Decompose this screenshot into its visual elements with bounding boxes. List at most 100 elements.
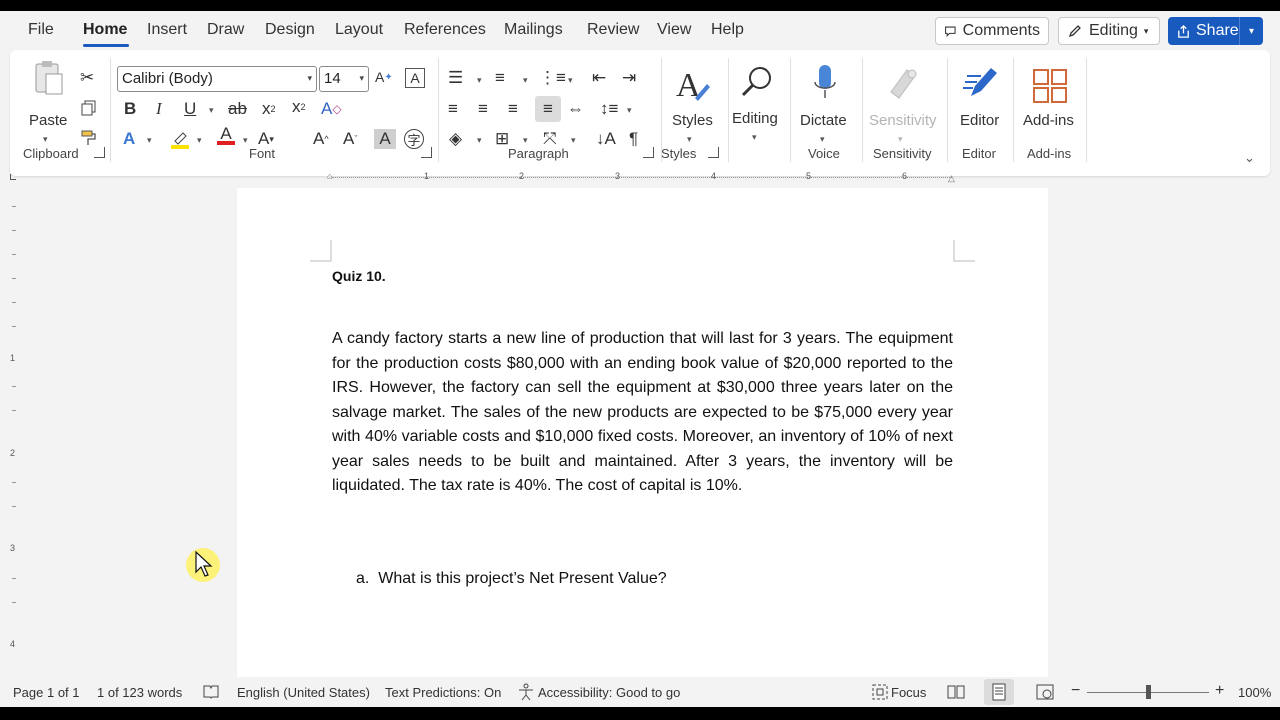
proofing-book-icon[interactable] [202, 684, 220, 700]
underline-icon[interactable]: U [184, 99, 196, 119]
editing-chevron-icon[interactable]: ▾ [752, 132, 757, 143]
clipboard-dialog-launcher-icon[interactable] [94, 147, 105, 158]
copy-icon[interactable] [80, 99, 98, 117]
accessibility-status[interactable]: Accessibility: Good to go [538, 685, 680, 700]
collapse-ribbon-chevron-icon[interactable]: ⌄ [1244, 150, 1255, 166]
multilevel-list-icon[interactable]: ⋮≡ [539, 68, 566, 88]
accessibility-icon[interactable] [517, 683, 535, 701]
focus-label[interactable]: Focus [891, 685, 926, 700]
line-spacing-chevron-icon[interactable]: ▾ [627, 105, 632, 116]
subscript-icon[interactable]: x2 [262, 99, 276, 119]
read-mode-icon[interactable] [947, 683, 965, 701]
borders-chevron-icon[interactable]: ▾ [523, 135, 528, 146]
right-indent-marker-icon[interactable]: △ [948, 173, 955, 184]
enclose-characters-icon[interactable]: 字 [404, 129, 424, 149]
document-paragraph[interactable]: A candy factory starts a new line of pro… [332, 327, 953, 499]
line-spacing-icon[interactable]: ↕≡ [600, 99, 618, 119]
tab-references[interactable]: References [404, 21, 486, 39]
tab-insert[interactable]: Insert [147, 21, 187, 39]
dictate-chevron-icon[interactable]: ▾ [820, 134, 825, 145]
show-formatting-icon[interactable]: ¶ [629, 129, 638, 149]
styles-chevron-icon[interactable]: ▾ [687, 134, 692, 145]
focus-icon[interactable] [871, 683, 889, 701]
bold-icon[interactable]: B [124, 99, 136, 119]
font-color-chevron-icon[interactable]: ▾ [243, 135, 248, 146]
search-icon[interactable] [739, 64, 775, 100]
tab-file[interactable]: File [28, 21, 54, 39]
character-shading-icon[interactable]: A [374, 129, 396, 149]
word-count[interactable]: 1 of 123 words [97, 685, 182, 700]
shading-chevron-icon[interactable]: ▾ [477, 135, 482, 146]
text-effect-icon[interactable]: A [123, 129, 135, 149]
justify-icon[interactable]: ≡ [535, 96, 561, 122]
zoom-slider-thumb[interactable] [1146, 685, 1151, 699]
tab-layout[interactable]: Layout [335, 21, 383, 39]
increase-indent-icon[interactable]: ⇥ [622, 68, 636, 88]
align-right-icon[interactable]: ≡ [508, 99, 518, 119]
tab-review[interactable]: Review [587, 21, 639, 39]
multilevel-chevron-icon[interactable]: ▾ [568, 75, 573, 86]
tab-help[interactable]: Help [711, 21, 744, 39]
numbering-icon[interactable]: ≡ [495, 68, 505, 88]
align-center-icon[interactable]: ≡ [478, 99, 488, 119]
paste-label[interactable]: Paste [29, 112, 67, 129]
add-ins-icon[interactable] [1032, 68, 1068, 104]
editing-mode-button[interactable]: Editing ▾ [1058, 17, 1160, 45]
font-color-icon[interactable]: A [217, 125, 235, 145]
zoom-out-button[interactable]: − [1071, 682, 1080, 700]
font-name-chevron-icon[interactable]: ▾ [307, 73, 312, 84]
underline-chevron-icon[interactable]: ▾ [209, 105, 214, 116]
bullets-chevron-icon[interactable]: ▾ [477, 75, 482, 86]
text-effect-chevron-icon[interactable]: ▾ [147, 135, 152, 146]
web-layout-icon[interactable] [1036, 683, 1054, 701]
highlight-chevron-icon[interactable]: ▾ [197, 135, 202, 146]
editor-icon[interactable] [961, 62, 1001, 102]
font-size-box[interactable]: 14 ▾ [319, 66, 369, 92]
decrease-indent-icon[interactable]: ⇤ [592, 68, 606, 88]
text-predictions-status[interactable]: Text Predictions: On [385, 685, 501, 700]
cut-icon[interactable]: ✂ [80, 68, 94, 88]
italic-icon[interactable]: I [156, 99, 162, 119]
document-question[interactable]: a. What is this project’s Net Present Va… [356, 570, 667, 588]
paste-chevron-icon[interactable]: ▾ [43, 134, 48, 145]
styles-dialog-launcher-icon[interactable] [708, 147, 719, 158]
comments-button[interactable]: Comments [935, 17, 1049, 45]
format-painter-icon[interactable] [80, 129, 98, 147]
share-button[interactable]: Share ▾ [1168, 17, 1263, 45]
tab-mailings[interactable]: Mailings [504, 21, 563, 39]
document-title[interactable]: Quiz 10. [332, 268, 386, 284]
clear-format-icon[interactable]: A ✦ [375, 69, 393, 85]
styles-label[interactable]: Styles [672, 112, 713, 129]
tab-design[interactable]: Design [265, 21, 315, 39]
first-line-indent-marker-icon[interactable]: ⌂ [327, 171, 332, 181]
tab-view[interactable]: View [657, 21, 691, 39]
language-status[interactable]: English (United States) [237, 685, 370, 700]
text-effects-icon[interactable]: A ◇ [321, 99, 342, 119]
distributed-icon[interactable]: ⇔ [567, 99, 584, 119]
strikethrough-icon[interactable]: ab [228, 99, 247, 119]
add-ins-label[interactable]: Add-ins [1023, 112, 1074, 129]
sort-icon[interactable]: ↓A [596, 129, 616, 149]
share-dropdown-icon[interactable]: ▾ [1240, 26, 1263, 37]
font-size-chevron-icon[interactable]: ▾ [359, 73, 364, 84]
zoom-in-button[interactable]: + [1215, 682, 1224, 700]
superscript-icon[interactable]: x2 [292, 97, 306, 117]
tab-draw[interactable]: Draw [207, 21, 244, 39]
grow-font-icon[interactable]: A ^ [313, 129, 329, 149]
print-layout-button[interactable] [984, 679, 1014, 705]
editor-label[interactable]: Editor [960, 112, 999, 129]
microphone-icon[interactable] [812, 62, 838, 102]
bullets-icon[interactable]: ☰ [448, 68, 463, 88]
shrink-font-icon[interactable]: Aˇ [343, 129, 357, 149]
numbering-chevron-icon[interactable]: ▾ [523, 75, 528, 86]
styles-icon[interactable]: A [673, 64, 713, 104]
zoom-level[interactable]: 100% [1238, 685, 1271, 700]
align-left-icon[interactable]: ≡ [448, 99, 458, 119]
change-case-icon[interactable]: A [405, 68, 425, 88]
page-count[interactable]: Page 1 of 1 [13, 685, 80, 700]
tab-home[interactable]: Home [83, 21, 127, 39]
font-name-box[interactable]: Calibri (Body) ▾ [117, 66, 317, 92]
paste-icon[interactable] [32, 58, 66, 98]
highlight-icon[interactable] [170, 129, 190, 149]
dictate-label[interactable]: Dictate [800, 112, 847, 129]
